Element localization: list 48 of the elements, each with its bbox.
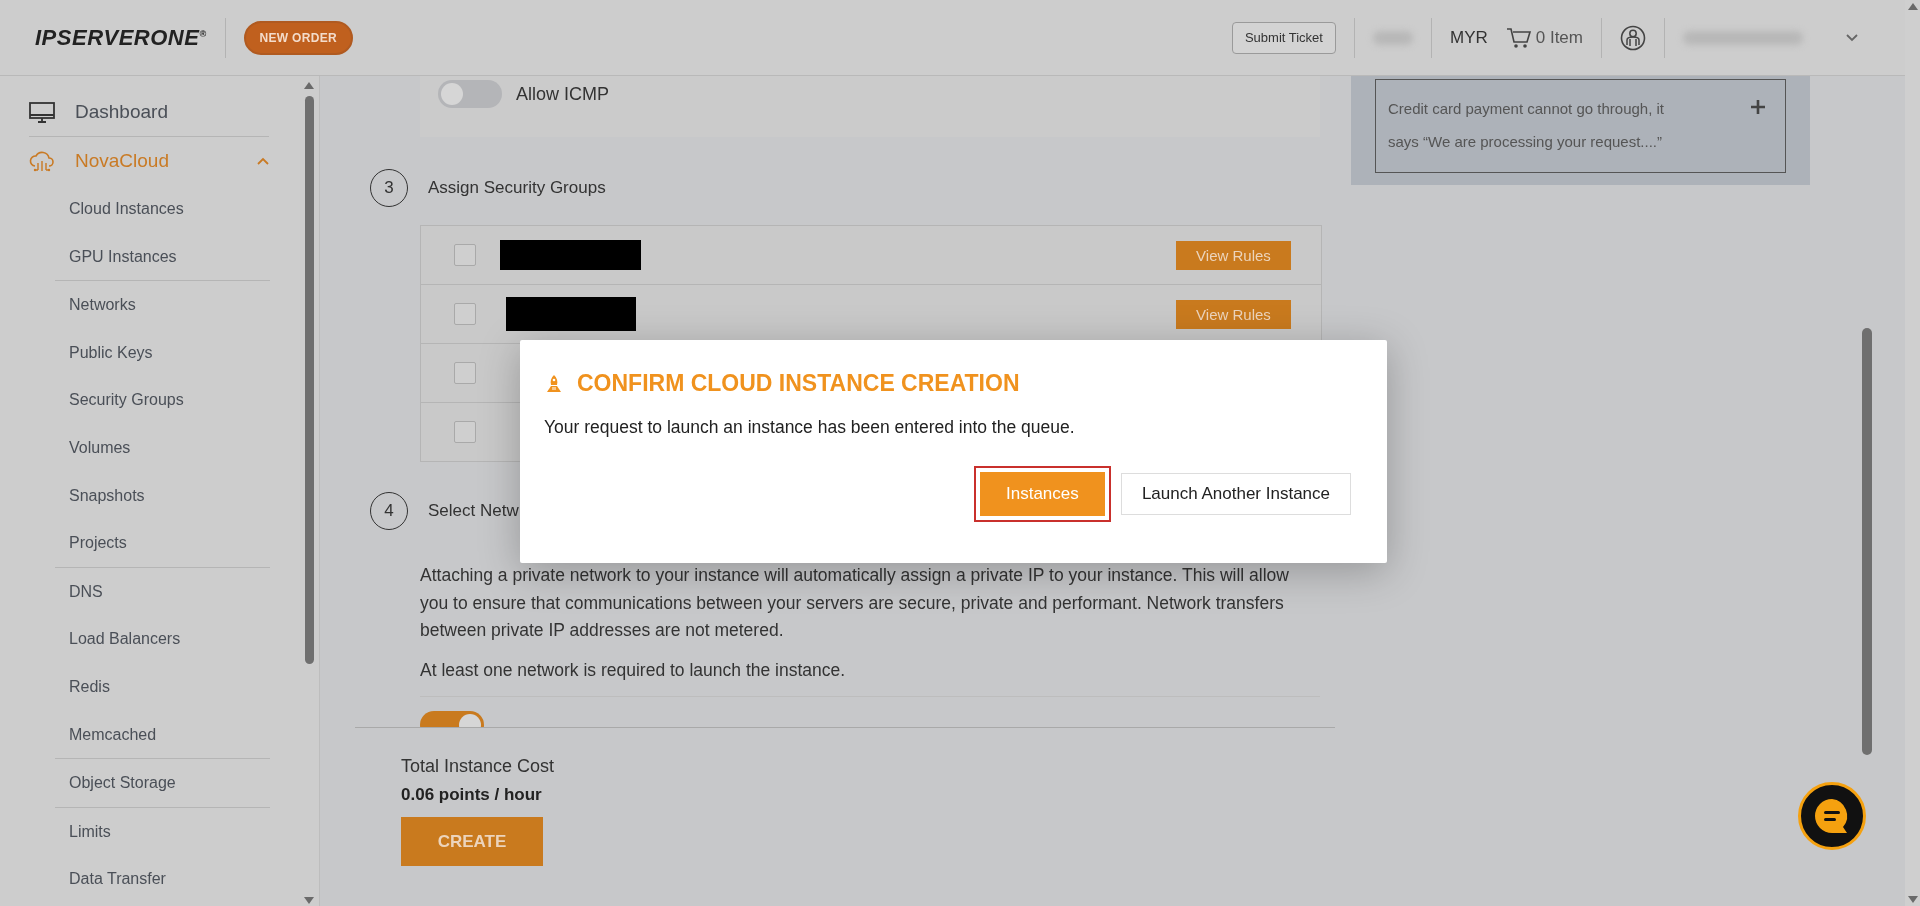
step-title: Assign Security Groups	[428, 178, 606, 198]
cost-value: 0.06 points / hour	[401, 785, 543, 805]
description-text: At least one network is required to launch the instance.	[420, 658, 847, 682]
note-text: Credit card payment cannot go through, it says “We are processing your request....”	[1388, 99, 1665, 152]
step-title: Select Netw	[428, 501, 519, 521]
cart-icon[interactable]	[1505, 26, 1532, 49]
toggle-switch[interactable]	[438, 80, 502, 108]
checkbox[interactable]	[454, 303, 476, 325]
logo[interactable]: IPSERVERONE$^{®}$	[35, 24, 207, 51]
sidebar-subitem[interactable]: Cloud Instances	[69, 185, 269, 233]
user-icon[interactable]	[1620, 24, 1646, 51]
sidebar-subitem[interactable]: Snapshots	[69, 471, 269, 520]
sidebar-subitem[interactable]: Load Balancers	[69, 615, 269, 663]
rocket-icon	[545, 374, 563, 393]
chevron-down-icon[interactable]	[1845, 33, 1859, 42]
sidebar-subitem[interactable]: Memcached	[69, 710, 269, 759]
new-order-button[interactable]: NEW ORDER	[243, 20, 353, 55]
currency-selector[interactable]: MYR	[1449, 27, 1488, 48]
sidebar-subitem[interactable]: Redis	[69, 662, 269, 711]
sidebar-subitem[interactable]: Networks	[69, 281, 269, 329]
sidebar-subitem[interactable]: Volumes	[69, 423, 269, 472]
dialog-title: CONFIRM CLOUD INSTANCE CREATION	[577, 370, 1020, 397]
sidebar-subitem[interactable]: Security Groups	[69, 376, 269, 424]
sidebar-subitem[interactable]: Data Transfer	[69, 855, 269, 903]
sidebar-subitem[interactable]: Limits	[69, 807, 269, 856]
sidebar-item[interactable]: Dashboard	[29, 88, 269, 136]
sidebar-subitem[interactable]: Public Keys	[69, 328, 269, 377]
submit-ticket-button[interactable]: Submit Ticket	[1231, 21, 1336, 54]
cloud-icon	[29, 149, 55, 173]
plus-icon[interactable]	[1751, 100, 1765, 114]
sidebar-subitem[interactable]: DNS	[69, 567, 269, 616]
note-card[interactable]: Credit card payment cannot go through, it says “We are processing your request....”	[1375, 79, 1786, 173]
dialog-message: Your request to launch an instance has been entered into the queue.	[544, 417, 1076, 438]
sidebar-subitem[interactable]: GPU Instances	[69, 232, 269, 281]
checkbox[interactable]	[454, 244, 476, 266]
sidebar-subitem[interactable]: Object Storage	[69, 759, 269, 807]
scrollbar-thumb[interactable]	[1862, 328, 1872, 755]
toggle-label: Allow ICMP	[516, 83, 609, 106]
description-text: Attaching a private network to your instance will automatically assign a private IP to your instance. This will allow you to ensure that communications between your servers are secure, private and performant. Network transfers between private IP addresses are not metered.	[420, 564, 1290, 642]
launch-another-button[interactable]: Launch Another Instance	[1120, 473, 1351, 515]
sidebar-subitem[interactable]: Projects	[69, 519, 269, 567]
page-scrollbar[interactable]	[1905, 0, 1920, 906]
checkbox[interactable]	[454, 421, 476, 443]
monitor-icon	[29, 101, 55, 123]
checkbox[interactable]	[454, 362, 476, 384]
cart-count[interactable]: 0 Item	[1535, 27, 1583, 48]
cost-label: Total Instance Cost	[401, 756, 556, 777]
chevron-up-icon	[257, 156, 269, 166]
